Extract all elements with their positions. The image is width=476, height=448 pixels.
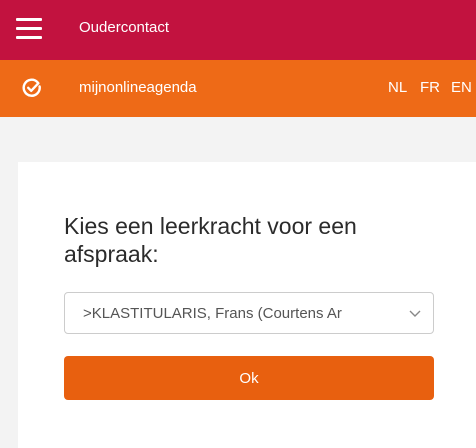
brand-bar: mijnonlineagenda NL FR EN	[0, 60, 476, 117]
ok-button[interactable]: Ok	[64, 356, 434, 400]
language-en-link[interactable]: EN	[451, 79, 472, 96]
teacher-select[interactable]: >KLASTITULARIS, Frans (Courtens Ar	[64, 292, 434, 334]
brand-name: mijnonlineagenda	[79, 79, 197, 96]
chevron-down-icon	[409, 310, 421, 317]
app-header: Oudercontact	[0, 0, 476, 60]
check-circle-icon	[22, 78, 41, 97]
hamburger-menu-icon[interactable]	[16, 18, 42, 40]
appointment-card: Kies een leerkracht voor een afspraak: >…	[18, 162, 476, 448]
app-title: Oudercontact	[79, 19, 170, 36]
language-nl-link[interactable]: NL	[388, 79, 407, 96]
page-title: Kies een leerkracht voor een afspraak:	[64, 213, 357, 267]
teacher-select-value: >KLASTITULARIS, Frans (Courtens Ar	[83, 305, 342, 322]
language-fr-link[interactable]: FR	[420, 79, 440, 96]
